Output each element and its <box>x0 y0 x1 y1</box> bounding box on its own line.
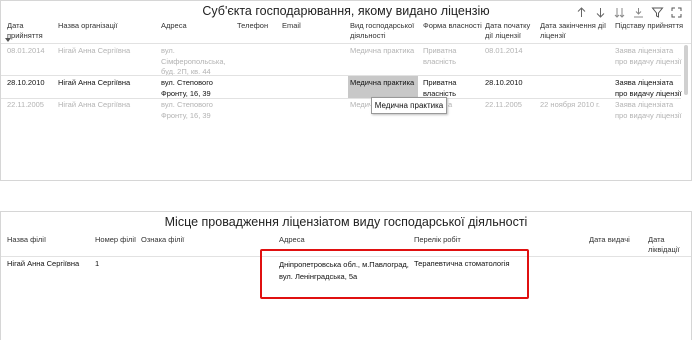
row-date: 22.11.2005 <box>7 100 44 109</box>
row-start: 22.11.2005 <box>485 100 522 109</box>
row-end: 22 ноября 2010 г. <box>540 100 600 109</box>
col-header-works[interactable]: Перелік робіт <box>414 235 504 245</box>
col-header-email[interactable]: Email <box>282 21 322 31</box>
licensee-table-panel: Суб'єкта господарювання, якому видано лі… <box>0 0 692 181</box>
expand-down-icon[interactable] <box>632 6 645 19</box>
header-divider <box>1 43 691 44</box>
col-header-start[interactable]: Дата початку дії ліцензії <box>485 21 539 41</box>
visual-toolbar <box>575 6 683 19</box>
row-divider <box>1 75 681 76</box>
row-activity-selected[interactable]: Медична практика <box>348 76 418 98</box>
row-activity: Медична практика <box>350 46 415 55</box>
row-org: Нігай Анна Сергіївна <box>58 46 131 55</box>
row-branch-number: 1 <box>95 259 100 268</box>
row-address: вул. Степового Фронту, 16, 39 <box>161 100 213 120</box>
row-address: вул. Сімферопольська, буд. 2П, кв. 44 <box>161 46 226 76</box>
row-basis: Заява ліцензіата про видачу ліцензії <box>615 46 682 66</box>
col-header-phone[interactable]: Телефон <box>237 21 277 31</box>
arrow-down-icon[interactable] <box>594 6 607 19</box>
arrow-up-icon[interactable] <box>575 6 588 19</box>
col-header-branch-number[interactable]: Номер філії <box>95 235 139 245</box>
row-date: 28.10.2010 <box>7 78 45 87</box>
col-header-issue-date[interactable]: Дата видачі <box>589 235 639 245</box>
row-start: 08.01.2014 <box>485 46 523 55</box>
row-org: Нігай Анна Сергіївна <box>58 100 131 109</box>
highlight-annotation-box <box>260 249 529 299</box>
row-ownership: Приватна власність <box>423 78 457 98</box>
sort-desc-icon[interactable] <box>5 38 11 42</box>
row-address: вул. Степового Фронту, 16, 39 <box>161 78 213 98</box>
col-header-end[interactable]: Дата закінчення дії ліцензії <box>540 21 612 41</box>
row-basis: Заява ліцензіата про видачу ліцензії <box>615 78 682 98</box>
filter-icon[interactable] <box>651 6 664 19</box>
col-header-branch-sign[interactable]: Ознака філії <box>141 235 211 245</box>
double-arrow-down-icon[interactable] <box>613 6 626 19</box>
row-date: 08.01.2014 <box>7 46 45 55</box>
col-header-address[interactable]: Адреса <box>161 21 231 31</box>
row-activity: Медич <box>350 100 373 109</box>
row-ownership: Приватна власність <box>423 46 457 66</box>
licensee-table-title: Суб'єкта господарювання, якому видано лі… <box>202 4 490 18</box>
cell-tooltip: Медична практика <box>371 97 447 114</box>
col-header-activity[interactable]: Вид господарської діяльності <box>350 21 418 41</box>
row-org: Нігай Анна Сергіївна <box>58 78 131 87</box>
row-basis: Заява ліцензіата про видачу ліцензії <box>615 100 682 120</box>
vertical-scrollbar[interactable] <box>684 45 688 95</box>
col-header-liquidation-date[interactable]: Дата ліквідації <box>648 235 688 255</box>
row-start: 28.10.2010 <box>485 78 523 87</box>
branch-table-title: Місце провадження ліцензіатом виду госпо… <box>164 215 528 229</box>
row-divider <box>1 98 681 99</box>
col-header-branch-name[interactable]: Назва філії <box>7 235 87 245</box>
focus-mode-icon[interactable] <box>670 6 683 19</box>
col-header-branch-address[interactable]: Адреса <box>279 235 339 245</box>
col-header-date[interactable]: Дата прийняття <box>7 21 51 41</box>
row-branch-name: Нігай Анна Сергіївна <box>7 259 80 268</box>
col-header-org[interactable]: Назва організації <box>58 21 158 31</box>
col-header-ownership[interactable]: Форма власності <box>423 21 483 31</box>
col-header-basis[interactable]: Підставу прийняття <box>615 21 687 31</box>
row-ownership: а <box>448 100 453 109</box>
